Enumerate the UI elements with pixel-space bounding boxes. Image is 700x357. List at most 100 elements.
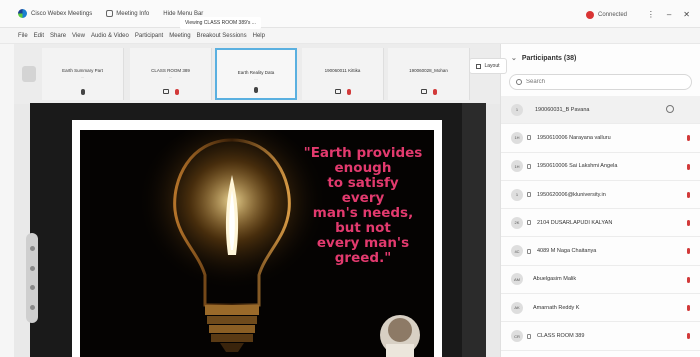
video-filmstrip: Earth Summary Part … CLASS ROOM 389 … Ea… bbox=[14, 44, 507, 104]
menu-view[interactable]: View bbox=[72, 33, 85, 39]
share-icon bbox=[162, 89, 169, 94]
participants-title: Participants (38) bbox=[521, 54, 577, 62]
mic-muted-icon bbox=[687, 305, 690, 312]
filmstrip-prev-button[interactable] bbox=[22, 66, 36, 82]
quote-line: every man's bbox=[316, 235, 410, 251]
window-controls: ⋮ – ✕ bbox=[647, 10, 690, 19]
mic-muted-icon bbox=[687, 191, 690, 198]
menu-participant[interactable]: Participant bbox=[135, 33, 163, 39]
quote-line: but not bbox=[335, 220, 391, 236]
tile-sub: … bbox=[80, 75, 85, 79]
tile-sub: … bbox=[254, 77, 258, 81]
layout-icon bbox=[476, 63, 482, 69]
phone-icon bbox=[527, 192, 531, 198]
quote-line: every bbox=[341, 190, 385, 206]
participant-name: 1950610006 Sai Lakshmi Angela bbox=[537, 163, 618, 170]
participant-row[interactable]: 1 190060031_B Pavana bbox=[501, 96, 700, 125]
menu-edit[interactable]: Edit bbox=[34, 33, 44, 39]
annotate-icon[interactable] bbox=[29, 304, 35, 310]
device-icon bbox=[420, 89, 427, 94]
video-tile[interactable]: 190060028_Mohan bbox=[388, 48, 470, 100]
avatar: 1H bbox=[511, 131, 523, 144]
participant-name: 1950610006 Narayana valluru bbox=[537, 134, 611, 141]
webex-logo-icon bbox=[18, 9, 27, 18]
layout-label: Layout bbox=[484, 63, 500, 69]
participant-row[interactable]: 2K 2104 DUSARLAPUDI KALYAN bbox=[501, 209, 700, 238]
search-icon bbox=[516, 79, 522, 85]
zoom-out-icon[interactable] bbox=[29, 265, 35, 271]
participant-name: Abuelgasim Malik bbox=[533, 276, 577, 283]
zoom-controls[interactable] bbox=[26, 233, 38, 323]
quote-line: "Earth provides bbox=[303, 145, 423, 161]
video-tile[interactable]: CLASS ROOM 389 … bbox=[130, 48, 212, 100]
menu-share[interactable]: Share bbox=[50, 33, 66, 39]
shared-screen-frame: "Earth provides enough to satisfy every … bbox=[72, 120, 442, 357]
search-input[interactable] bbox=[526, 79, 676, 85]
tile-name: Earth Summary Part bbox=[62, 68, 103, 73]
app-name: Cisco Webex Meetings bbox=[31, 10, 93, 17]
participants-header[interactable]: ⌄ Participants (38) bbox=[501, 44, 700, 72]
participants-search[interactable] bbox=[509, 74, 692, 90]
meeting-info-button[interactable]: Meeting Info bbox=[106, 10, 149, 17]
participants-panel: ⌄ Participants (38) 1 190060031_B Pavana… bbox=[500, 44, 700, 357]
participant-row[interactable]: AK Amarnath Reddy K bbox=[501, 294, 700, 323]
participant-name: 1950620006@kluniversity.in bbox=[537, 191, 606, 198]
participant-list: 1 190060031_B Pavana 1H 1950610006 Naray… bbox=[501, 96, 700, 351]
participant-row[interactable]: 1H 1950610006 Sai Lakshmi Angela bbox=[501, 153, 700, 181]
chevron-down-icon[interactable]: ⌄ bbox=[511, 54, 517, 62]
participant-row[interactable]: AM Abuelgasim Malik bbox=[501, 266, 700, 295]
tile-name: CLASS ROOM 389 bbox=[151, 68, 190, 73]
tile-name: Earth Reality Data bbox=[237, 70, 275, 75]
app-title: Cisco Webex Meetings bbox=[18, 9, 92, 18]
menu-file[interactable]: File bbox=[18, 33, 28, 39]
avatar: 1 bbox=[511, 103, 523, 116]
menu-help[interactable]: Help bbox=[253, 33, 265, 39]
connection-label: Connected bbox=[598, 12, 628, 18]
settings-dots-icon[interactable]: ⋮ bbox=[647, 10, 655, 19]
participant-row[interactable]: 4C 4089 M Naga Chaitanya bbox=[501, 237, 700, 266]
mic-icon bbox=[80, 89, 85, 95]
mic-muted-icon bbox=[432, 89, 437, 95]
connection-status[interactable]: Connected bbox=[586, 11, 627, 19]
connection-shield-icon bbox=[586, 11, 594, 19]
menu-meeting[interactable]: Meeting bbox=[169, 33, 190, 39]
mic-muted-icon bbox=[687, 276, 690, 283]
participant-row[interactable]: CR CLASS ROOM 389 bbox=[501, 322, 700, 351]
mic-muted-icon bbox=[346, 89, 351, 95]
participant-name: 4089 M Naga Chaitanya bbox=[537, 248, 597, 255]
mic-muted-icon bbox=[687, 248, 690, 255]
participant-name: 2104 DUSARLAPUDI KALYAN bbox=[537, 219, 613, 226]
menu-audio-video[interactable]: Audio & Video bbox=[91, 33, 129, 39]
quote-line: greed." bbox=[334, 250, 392, 266]
webex-window: Cisco Webex Meetings Meeting Info Hide M… bbox=[0, 0, 700, 357]
shared-slide: "Earth provides enough to satisfy every … bbox=[80, 130, 434, 357]
avatar: CR bbox=[511, 330, 523, 343]
device-icon bbox=[527, 333, 531, 339]
hide-menu-bar-button[interactable]: Hide Menu Bar bbox=[163, 11, 203, 17]
video-tile[interactable]: 190060011 Kittika bbox=[302, 48, 384, 100]
participant-row[interactable]: 1H 1950610006 Narayana valluru bbox=[501, 124, 700, 153]
video-tile[interactable]: Earth Summary Part … bbox=[42, 48, 124, 100]
video-tile-active[interactable]: Earth Reality Data … bbox=[215, 48, 297, 100]
menu-breakout-sessions[interactable]: Breakout Sessions bbox=[197, 33, 247, 39]
fit-icon[interactable] bbox=[29, 285, 35, 291]
hide-menu-label: Hide Menu Bar bbox=[163, 10, 204, 17]
close-button[interactable]: ✕ bbox=[683, 10, 690, 19]
zoom-in-icon[interactable] bbox=[29, 246, 35, 252]
mic-muted-icon bbox=[687, 333, 690, 340]
mic-muted-icon bbox=[687, 135, 690, 142]
avatar: 1 bbox=[511, 188, 523, 201]
quote-line: enough bbox=[334, 160, 392, 176]
layout-button[interactable]: Layout bbox=[469, 58, 507, 74]
participant-name: CLASS ROOM 389 bbox=[537, 333, 585, 340]
stage-right-edge bbox=[462, 103, 486, 357]
mic-icon bbox=[254, 87, 258, 93]
shared-content-area: "Earth provides enough to satisfy every … bbox=[30, 103, 462, 357]
device-icon bbox=[527, 135, 531, 141]
participant-row[interactable]: 1 1950620006@kluniversity.in bbox=[501, 181, 700, 210]
mic-muted-icon bbox=[687, 220, 690, 227]
mic-muted-icon bbox=[687, 163, 690, 170]
minimize-button[interactable]: – bbox=[667, 10, 671, 19]
quote-line: man's needs, bbox=[312, 205, 414, 221]
chat-icon[interactable] bbox=[666, 105, 674, 113]
